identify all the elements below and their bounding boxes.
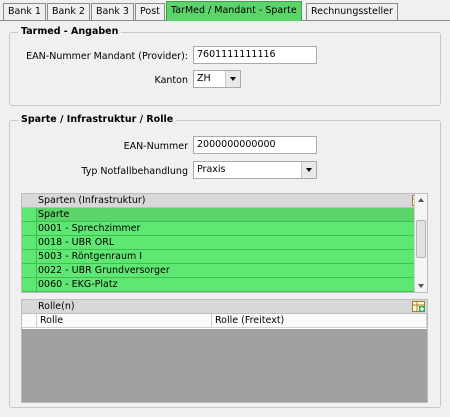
kanton-value: ZH: [197, 73, 211, 84]
tab-tarmed-mandant-sparte[interactable]: TarMed / Mandant - Sparte: [166, 1, 302, 21]
notfall-value: Praxis: [197, 164, 226, 175]
table-row[interactable]: 0018 - UBR ORL: [22, 236, 414, 250]
row-selector[interactable]: [22, 264, 37, 277]
row-selector[interactable]: [22, 250, 37, 263]
sparte-cell: 0018 - UBR ORL: [38, 237, 115, 248]
chevron-down-icon[interactable]: [225, 71, 240, 87]
tarmed-group: Tarmed - Angaben: [9, 26, 441, 106]
tab-bar: Bank 1 Bank 2 Bank 3 Post TarMed / Manda…: [0, 0, 450, 22]
sparten-scrollbar[interactable]: [414, 194, 427, 292]
rollen-caption-label: Rolle(n): [38, 301, 75, 312]
tab-bank-3[interactable]: Bank 3: [91, 3, 134, 21]
sparte-cell: 0060 - EKG-Platz: [38, 279, 118, 290]
add-row-icon[interactable]: [412, 301, 425, 312]
table-row[interactable]: 0022 - UBR Grundversorger: [22, 264, 414, 278]
row-selector[interactable]: [22, 236, 37, 249]
tab-bank-2[interactable]: Bank 2: [47, 3, 90, 21]
sparte-header-label: Sparte: [38, 209, 70, 220]
ean-mandant-input[interactable]: 7601111111116: [193, 46, 317, 64]
sparten-caption-label: Sparten (Infrastruktur): [38, 195, 146, 206]
sparte-cell: 0001 - Sprechzimmer: [38, 223, 141, 234]
ean-mandant-label: EAN-Nummer Mandant (Provider):: [26, 51, 188, 62]
sparten-column-header[interactable]: Sparte: [22, 208, 414, 222]
notfall-label: Typ Notfallbehandlung: [81, 166, 188, 177]
sparten-rows: Sparte 0001 - Sprechzimmer 0018 - UBR OR…: [22, 208, 414, 292]
sparte-cell: 5003 - Röntgenraum I: [38, 251, 143, 262]
rolle-freitext-column-header[interactable]: Rolle (Freitext): [212, 314, 427, 328]
table-row[interactable]: 0001 - Sprechzimmer: [22, 222, 414, 236]
tab-post[interactable]: Post: [135, 3, 165, 21]
scroll-down-icon[interactable]: [415, 280, 427, 292]
scroll-up-icon[interactable]: [415, 194, 427, 206]
sparte-group-title: Sparte / Infrastruktur / Rolle: [18, 114, 177, 125]
ean-nummer-input[interactable]: 2000000000000: [193, 136, 317, 154]
sparte-cell: 0022 - UBR Grundversorger: [38, 265, 170, 276]
rolle-column-header[interactable]: Rolle: [37, 314, 212, 328]
rollen-grid: Rolle(n) Rolle Rolle (Freitext): [21, 299, 428, 403]
notfall-select[interactable]: Praxis: [193, 161, 317, 179]
row-selector[interactable]: [22, 222, 37, 235]
tab-bank-1[interactable]: Bank 1: [3, 3, 46, 21]
rollen-grid-caption: Rolle(n): [22, 300, 427, 314]
row-selector[interactable]: [22, 278, 37, 291]
chevron-down-icon[interactable]: [301, 162, 316, 178]
sparten-grid-caption: Sparten (Infrastruktur): [22, 194, 427, 208]
ean-nummer-label: EAN-Nummer: [123, 141, 188, 152]
row-selector-header: [22, 314, 37, 328]
rollen-empty-area: [22, 329, 427, 402]
scroll-thumb[interactable]: [416, 220, 426, 258]
tarmed-group-title: Tarmed - Angaben: [18, 26, 122, 37]
kanton-label: Kanton: [154, 75, 188, 86]
sparten-grid: Sparten (Infrastruktur) Sparte 0001 - Sp…: [21, 193, 428, 293]
tab-rechnungssteller[interactable]: Rechnungssteller: [306, 3, 398, 21]
kanton-select[interactable]: ZH: [193, 70, 241, 88]
table-row[interactable]: 5003 - Röntgenraum I: [22, 250, 414, 264]
row-selector: [22, 208, 37, 221]
table-row[interactable]: 0060 - EKG-Platz: [22, 278, 414, 292]
